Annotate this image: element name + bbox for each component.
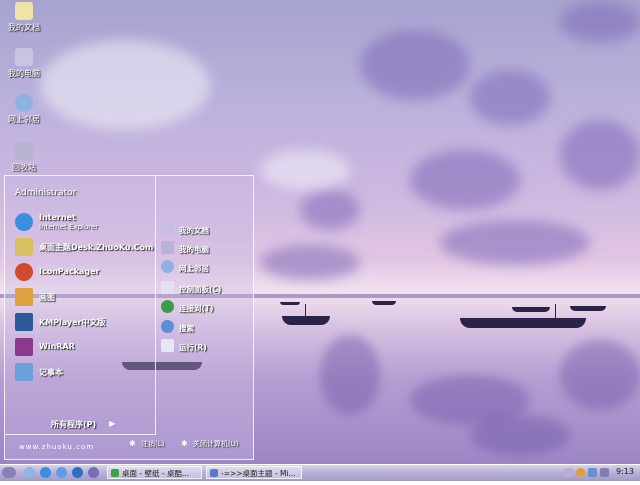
quicklaunch-media-icon[interactable] [88, 467, 99, 478]
program-notepad[interactable]: 记事本 [13, 363, 153, 383]
desktop-icon-my-computer[interactable]: 我的电脑 [2, 48, 46, 79]
menu-item-search[interactable]: 搜索 [161, 320, 251, 336]
logoff-button[interactable]: 注销(L) [141, 439, 164, 449]
start-menu-programs-pane: Administrator Internet Internet Explorer… [5, 176, 156, 435]
start-button[interactable] [2, 467, 16, 478]
internet-explorer-icon [15, 213, 33, 231]
program-zhuoku[interactable]: 桌面主题Desk.ZhuoKu.Com [13, 238, 153, 258]
menu-item-connect-to[interactable]: 连接到(T) [161, 300, 251, 316]
tray-volume-icon[interactable] [600, 468, 609, 477]
shutdown-icon: ✱ [181, 439, 188, 448]
program-winrar[interactable]: WinRAR [13, 338, 153, 358]
quicklaunch-ie3-icon[interactable] [72, 467, 83, 478]
boat [372, 301, 396, 305]
quicklaunch-ie2-icon[interactable] [56, 467, 67, 478]
program-paint[interactable]: 画图 [13, 288, 153, 308]
kmplayer-icon [15, 313, 33, 331]
site-url: www.zhuoku.com [19, 443, 95, 451]
computer-icon [161, 241, 174, 254]
desktop-icon-my-documents[interactable]: 我的文档 [2, 2, 46, 33]
recycle-bin-icon [15, 142, 33, 160]
boat [460, 318, 586, 328]
quicklaunch-ie-icon[interactable] [40, 467, 51, 478]
taskbar: 桌面 - 壁纸 - 桌酷... -=>>桌面主题 - Mi... 9:13 [0, 464, 640, 481]
winrar-icon [15, 338, 33, 356]
notepad-icon [15, 363, 33, 381]
taskbar-task-wallpaper[interactable]: 桌面 - 壁纸 - 桌酷... [107, 466, 202, 479]
boat [570, 306, 606, 311]
menu-item-my-computer[interactable]: 我的电脑 [161, 241, 251, 257]
network-icon [161, 260, 174, 273]
start-menu: Administrator Internet Internet Explorer… [4, 175, 254, 485]
desktop-icon-network[interactable]: 网上邻居 [2, 94, 46, 125]
computer-icon [15, 48, 33, 66]
control-panel-icon [161, 281, 174, 294]
user-name: Administrator [15, 188, 77, 198]
network-icon [15, 94, 33, 112]
program-kmplayer[interactable]: KMPlayer中文版 [13, 313, 153, 333]
connect-icon [161, 300, 174, 313]
run-icon [161, 339, 174, 352]
system-tray: 9:13 [564, 466, 640, 479]
browser-icon [111, 469, 119, 477]
tray-network-icon[interactable] [588, 468, 597, 477]
all-programs-arrow-icon: ▶ [109, 419, 116, 428]
taskbar-task-theme[interactable]: -=>>桌面主题 - Mi... [206, 466, 302, 479]
boat [282, 316, 330, 325]
menu-item-my-documents[interactable]: 我的文档 [161, 222, 251, 238]
search-icon [161, 320, 174, 333]
menu-item-run[interactable]: 运行(R) [161, 339, 251, 355]
desktop-icon-recycle-bin[interactable]: 回收站 [2, 142, 46, 173]
documents-icon [161, 222, 174, 235]
boat [280, 302, 300, 305]
menu-item-control-panel[interactable]: 控制面板(C) [161, 281, 251, 297]
program-internet-explorer[interactable]: Internet Internet Explorer [13, 213, 153, 233]
program-iconpackager[interactable]: IconPackager [13, 263, 153, 283]
window-icon [210, 469, 218, 477]
menu-item-network[interactable]: 网上邻居 [161, 260, 251, 276]
tray-qq-icon[interactable] [576, 468, 585, 477]
folder-documents-icon [15, 2, 33, 20]
boat [512, 307, 550, 312]
zhuoku-icon [15, 238, 33, 256]
paint-icon [15, 288, 33, 306]
shutdown-button[interactable]: 关闭计算机(U) [193, 439, 239, 449]
all-programs-button[interactable]: 所有程序(P) [51, 419, 96, 430]
iconpackager-icon [15, 263, 33, 281]
clock[interactable]: 9:13 [616, 467, 634, 476]
tray-arrow-icon[interactable] [564, 468, 573, 477]
logoff-icon: ✱ [129, 439, 136, 448]
quicklaunch-desktop-icon[interactable] [24, 467, 35, 478]
